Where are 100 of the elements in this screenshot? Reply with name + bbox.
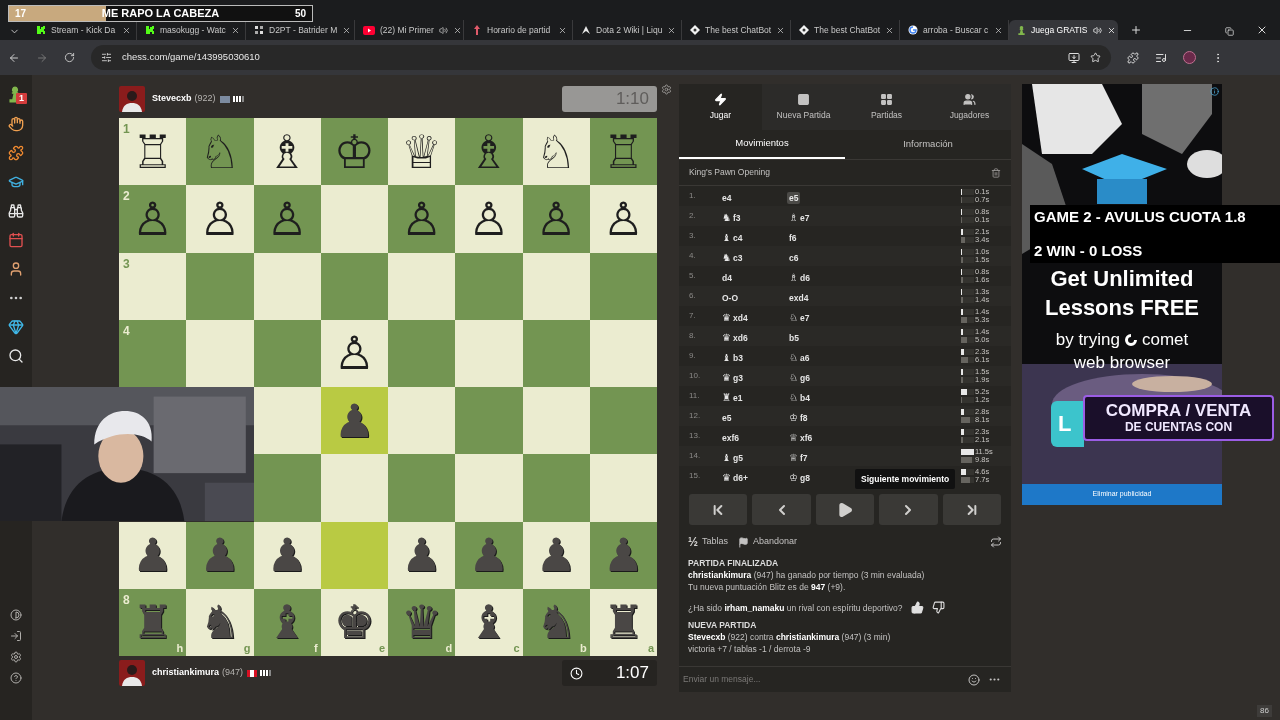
move[interactable]: ♝ c4 <box>720 232 745 244</box>
chess-piece[interactable]: ♙ <box>535 195 577 242</box>
browser-tab[interactable]: Juega GRATIS <box>1009 20 1118 40</box>
close-icon[interactable] <box>1256 24 1268 36</box>
site-info-icon[interactable] <box>101 52 112 63</box>
player-name[interactable]: christiankimura <box>152 666 220 680</box>
move[interactable]: ♛ d6+ <box>720 472 750 484</box>
board-square[interactable] <box>388 319 456 387</box>
move[interactable]: ♗ d6 <box>787 272 812 284</box>
board-square[interactable] <box>589 319 657 387</box>
board-square[interactable]: ♘ <box>522 118 590 186</box>
move[interactable]: ♘ b4 <box>787 392 812 404</box>
board-square[interactable] <box>589 387 657 455</box>
address-bar[interactable]: chess.com/game/143995030610 <box>91 45 1111 70</box>
board-square[interactable]: ♟ <box>320 387 388 455</box>
move[interactable]: ♜ e1 <box>720 392 745 404</box>
move[interactable]: O-O <box>720 292 741 304</box>
move[interactable]: ♛ g3 <box>720 372 745 384</box>
board-square[interactable]: ♙ <box>186 185 254 253</box>
theme-icon[interactable] <box>10 609 22 621</box>
board-square[interactable] <box>388 252 456 320</box>
move[interactable]: d4 <box>720 272 734 284</box>
move[interactable]: c6 <box>787 252 801 264</box>
move[interactable]: exd4 <box>787 292 811 304</box>
chess-piece[interactable]: ♞ <box>199 599 241 646</box>
chess-piece[interactable]: ♕ <box>401 128 443 175</box>
board-square[interactable]: ♟ <box>253 521 321 589</box>
close-tab-icon[interactable] <box>994 25 1003 35</box>
move[interactable]: ♘ a6 <box>787 352 812 364</box>
chess-piece[interactable]: ♜ <box>602 599 644 646</box>
reload-icon[interactable] <box>64 52 75 63</box>
chess-piece[interactable]: ♟ <box>401 532 443 579</box>
board-square[interactable] <box>320 252 388 320</box>
chess-piece[interactable]: ♗ <box>468 128 510 175</box>
board-square[interactable]: ♟ <box>388 521 456 589</box>
close-tab-icon[interactable] <box>885 25 895 35</box>
close-tab-icon[interactable] <box>667 25 677 35</box>
board-square[interactable]: ♙ <box>589 185 657 253</box>
close-tab-icon[interactable] <box>776 25 786 35</box>
move[interactable]: exf6 <box>720 432 741 444</box>
bookmark-icon[interactable] <box>1090 52 1101 63</box>
board-square[interactable] <box>253 387 321 455</box>
chess-piece[interactable]: ♗ <box>266 128 308 175</box>
move[interactable]: ♘ e7 <box>787 312 812 324</box>
close-tab-icon[interactable] <box>231 25 240 35</box>
user-icon[interactable] <box>8 261 24 277</box>
chess-piece[interactable]: ♙ <box>132 195 174 242</box>
panel-nav-tab[interactable]: Partidas <box>845 84 928 130</box>
binoculars-icon[interactable] <box>8 203 24 219</box>
graduation-cap-icon[interactable] <box>8 174 24 190</box>
speaker-icon[interactable] <box>1092 25 1102 35</box>
move[interactable]: ♛ xd4 <box>720 312 750 324</box>
calendar-icon[interactable] <box>8 232 24 248</box>
chess-piece[interactable]: ♟ <box>333 397 375 444</box>
thumbs-up-icon[interactable] <box>910 601 924 614</box>
move[interactable]: ♔ g8 <box>787 472 812 484</box>
chess-piece[interactable]: ♘ <box>535 128 577 175</box>
chess-piece[interactable]: ♖ <box>132 128 174 175</box>
flip-board-icon[interactable] <box>990 536 1002 548</box>
gem-icon[interactable] <box>8 319 24 335</box>
board-square[interactable]: ♙ <box>388 185 456 253</box>
board-square[interactable]: ♗ <box>455 118 523 186</box>
chess-piece[interactable]: ♙ <box>468 195 510 242</box>
board-square[interactable] <box>522 319 590 387</box>
chess-piece[interactable]: ♙ <box>333 330 375 377</box>
panel-tab[interactable]: Movimientos <box>679 130 845 159</box>
restore-icon[interactable] <box>1225 27 1234 36</box>
last-move-button[interactable] <box>942 494 1002 525</box>
board-square[interactable] <box>253 319 321 387</box>
back-icon[interactable] <box>8 51 20 64</box>
move[interactable]: e4 <box>720 192 734 204</box>
board-square[interactable]: ♙ <box>522 185 590 253</box>
close-tab-icon[interactable] <box>342 25 352 35</box>
move[interactable]: e5 <box>720 412 734 424</box>
move[interactable]: ♕ f7 <box>787 452 810 464</box>
board-square[interactable]: ♔ <box>320 118 388 186</box>
install-icon[interactable] <box>1068 51 1080 64</box>
board-square[interactable]: ♙ <box>253 185 321 253</box>
move[interactable]: ♞ c3 <box>720 252 745 264</box>
panel-nav-tab[interactable]: Jugar <box>679 84 762 130</box>
board-square[interactable] <box>589 252 657 320</box>
panel-nav-tab[interactable]: Jugadores <box>928 84 1011 130</box>
panel-nav-tab[interactable]: Nueva Partida <box>762 84 845 130</box>
settings-icon[interactable] <box>660 84 672 95</box>
close-tab-icon[interactable] <box>1106 25 1116 35</box>
close-tab-icon[interactable] <box>558 25 567 35</box>
chess-piece[interactable]: ♟ <box>132 532 174 579</box>
chess-piece[interactable]: ♔ <box>333 128 375 175</box>
media-icon[interactable] <box>1155 51 1167 64</box>
delete-icon[interactable] <box>991 167 1001 178</box>
board-square[interactable]: ♙ <box>320 319 388 387</box>
board-square[interactable]: ♟ <box>119 521 187 589</box>
move[interactable]: b5 <box>787 332 801 344</box>
board-square[interactable]: ♘ <box>186 118 254 186</box>
chess-piece[interactable]: ♙ <box>266 195 308 242</box>
speaker-icon[interactable] <box>438 25 448 35</box>
help-icon[interactable] <box>10 672 22 684</box>
chess-piece[interactable]: ♖ <box>602 128 644 175</box>
board-square[interactable] <box>522 252 590 320</box>
thumbs-down-icon[interactable] <box>931 601 945 614</box>
